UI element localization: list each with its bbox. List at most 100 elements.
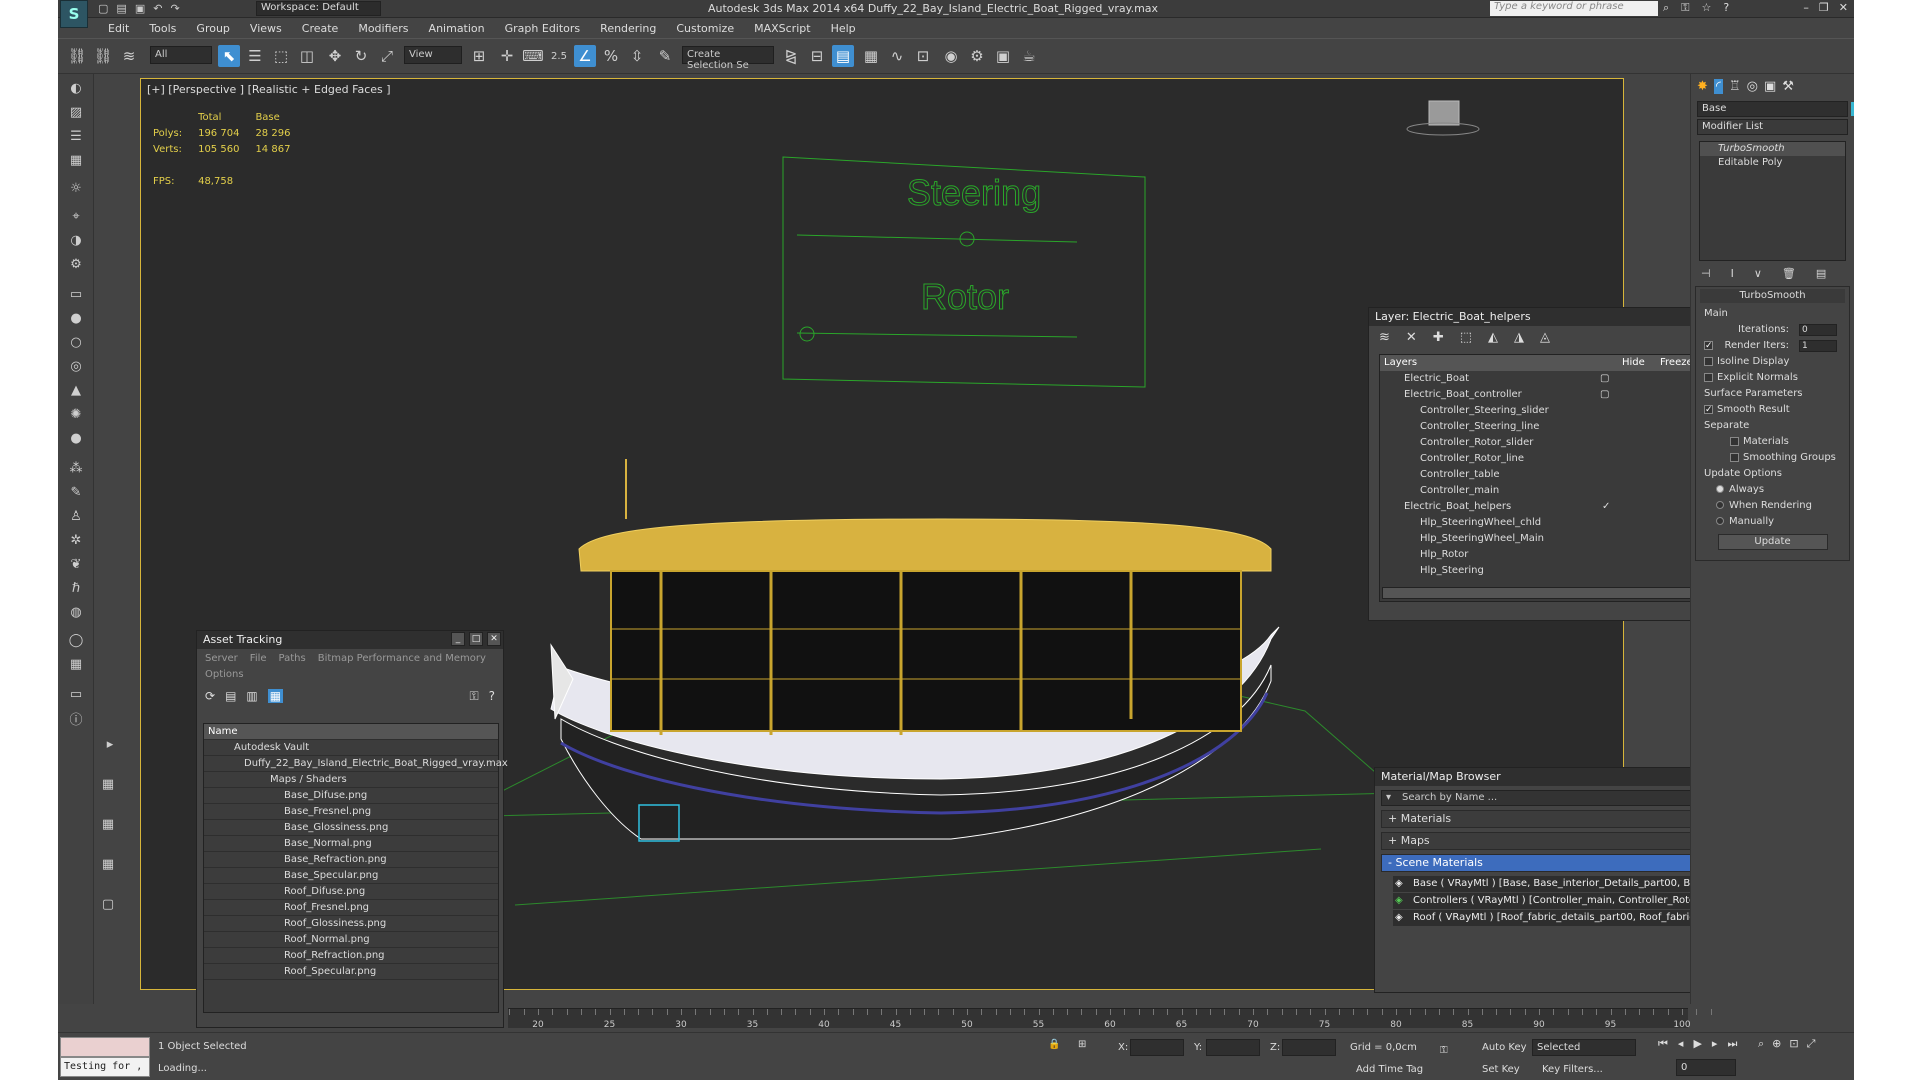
link-icon[interactable]: ⛓ <box>66 45 88 67</box>
add-icon[interactable]: ✚ <box>1433 330 1444 346</box>
menu-edit[interactable]: Edit <box>108 22 129 35</box>
list-item[interactable]: Roof_Refraction.png <box>204 948 498 964</box>
highlight-icon[interactable]: ◭ <box>1488 330 1498 346</box>
image-icon[interactable]: ▨ <box>64 102 88 122</box>
maximize-viewport-icon[interactable]: ⤢ <box>1807 1037 1816 1051</box>
minimize-icon[interactable]: – <box>1803 1 1809 14</box>
refresh-icon[interactable]: ⟳ <box>205 689 215 703</box>
schematic-view-icon[interactable]: ⊡ <box>912 45 934 67</box>
binoculars-icon[interactable]: ⌕ <box>1663 1 1669 15</box>
next-frame-icon[interactable]: ▸ <box>1712 1037 1718 1051</box>
menu-paths[interactable]: Paths <box>279 653 306 664</box>
box-icon[interactable]: ▭ <box>64 284 88 304</box>
y-coordinate-field[interactable] <box>1206 1039 1260 1056</box>
isoline-row[interactable]: Isoline Display <box>1700 354 1845 370</box>
cone-icon[interactable]: ▲ <box>64 380 88 400</box>
manually-radio-row[interactable]: Manually <box>1700 514 1845 530</box>
menu-customize[interactable]: Customize <box>676 22 734 35</box>
layer-row[interactable]: Hlp_Rotor <box>1380 547 1728 563</box>
utilities-tab-icon[interactable]: ⚒ <box>1782 79 1794 94</box>
hide-column-header[interactable]: Hide <box>1622 355 1645 371</box>
viewport-label[interactable]: [+] [Perspective ] [Realistic + Edged Fa… <box>147 83 391 96</box>
unlink-icon[interactable]: ⛓ <box>92 45 114 67</box>
new-icon[interactable]: ▢ <box>98 2 108 15</box>
geosphere-icon[interactable]: ○ <box>64 332 88 352</box>
show-end-result-icon[interactable]: Ⅰ <box>1731 267 1734 280</box>
layout-icon[interactable]: ▦ <box>64 654 88 674</box>
explicit-normals-checkbox[interactable] <box>1704 372 1713 382</box>
spinner-snap-icon[interactable]: ⇳ <box>626 45 648 67</box>
material-item[interactable]: ◈ Roof ( VRayMtl ) [Roof_fabric_details_p… <box>1393 910 1731 926</box>
layout-preset-3-icon[interactable]: ▦ <box>96 854 120 874</box>
scale-icon[interactable]: ⤢ <box>376 45 398 67</box>
explicit-normals-row[interactable]: Explicit Normals <box>1700 370 1845 386</box>
list-item[interactable]: Duffy_22_Bay_Island_Electric_Boat_Rigged… <box>204 756 508 772</box>
layout-preset-1-icon[interactable]: ▦ <box>96 774 120 794</box>
menu-modifiers[interactable]: Modifiers <box>358 22 408 35</box>
layer-row[interactable]: Controller_Steering_line <box>1380 419 1728 435</box>
pin-stack-icon[interactable]: ⊣ <box>1701 267 1711 280</box>
z-coordinate-field[interactable] <box>1282 1039 1336 1056</box>
material-item[interactable]: ◈ Controllers ( VRayMtl ) [Controller_mai… <box>1393 893 1731 909</box>
rect-selection-icon[interactable]: ⬚ <box>270 45 292 67</box>
goto-start-icon[interactable]: ⏮ <box>1658 1037 1668 1051</box>
search-options-icon[interactable]: ▾ <box>1386 791 1391 805</box>
system-icon[interactable]: ⚙ <box>64 254 88 274</box>
iterations-spinner[interactable]: 0 <box>1799 324 1837 336</box>
list-item[interactable]: Base_Specular.png <box>204 868 498 884</box>
layer-row[interactable]: Electric_Boat_controller ▢ <box>1380 387 1728 403</box>
always-radio[interactable] <box>1716 485 1724 493</box>
zoom-extents-icon[interactable]: ⊡ <box>1789 1037 1798 1051</box>
settings-wheel-icon[interactable]: ✲ <box>64 530 88 550</box>
timeline-ruler[interactable]: 20 25 30 35 40 45 50 55 60 65 70 75 80 85 90 95 100 <box>508 1008 1712 1030</box>
list-view-icon[interactable]: ▤ <box>225 689 236 703</box>
lock-selection-icon[interactable]: 🔒 <box>1048 1039 1060 1050</box>
layer-manager-titlebar[interactable]: Layer: Electric_Boat_helpers ? ✕ <box>1369 308 1739 326</box>
vault-icon[interactable]: ⚿ <box>469 689 478 704</box>
globe-icon[interactable]: ◯ <box>64 630 88 650</box>
star-icon[interactable]: ☆ <box>1702 1 1712 15</box>
menu-graph-editors[interactable]: Graph Editors <box>505 22 581 35</box>
grid-icon[interactable]: ▦ <box>64 150 88 170</box>
smoothing-groups-row[interactable]: Smoothing Groups <box>1700 450 1845 466</box>
always-radio-row[interactable]: Always <box>1700 482 1845 498</box>
rotate-icon[interactable]: ↻ <box>350 45 372 67</box>
transform-mode-icon[interactable]: ⊞ <box>1078 1039 1086 1050</box>
paint-icon[interactable]: ✎ <box>64 482 88 502</box>
save-icon[interactable]: ▣ <box>135 2 145 15</box>
list-item[interactable]: Maps / Shaders <box>204 772 498 788</box>
named-selection-set-dropdown[interactable]: Create Selection Se <box>682 46 774 71</box>
menu-views[interactable]: Views <box>250 22 282 35</box>
sun-icon[interactable]: ✺ <box>64 404 88 424</box>
menu-options[interactable]: Options <box>205 669 244 680</box>
object-name-field[interactable]: Base <box>1697 101 1854 117</box>
light-icon[interactable]: ☼ <box>64 178 88 198</box>
maxscript-input[interactable]: Testing for , <box>60 1057 150 1077</box>
object-color-swatch[interactable] <box>1851 102 1854 116</box>
zoom-all-icon[interactable]: ⊕ <box>1772 1037 1781 1051</box>
reference-coord-dropdown[interactable]: View <box>404 46 462 64</box>
select-manipulate-icon[interactable]: ✛ <box>496 45 518 67</box>
particles-icon[interactable]: ⁂ <box>64 458 88 478</box>
info-icon[interactable]: ⓘ <box>64 708 88 728</box>
motion-tab-icon[interactable]: ◎ <box>1747 79 1758 94</box>
when-rendering-radio[interactable] <box>1716 501 1724 509</box>
layer-row[interactable]: Controller_main <box>1380 483 1728 499</box>
layers-column-header[interactable]: Layers <box>1384 355 1417 371</box>
percent-snap-icon[interactable]: % <box>600 45 622 67</box>
restore-icon[interactable]: ❐ <box>1819 1 1829 14</box>
align-icon[interactable]: ⊟ <box>806 45 828 67</box>
layout-preset-2-icon[interactable]: ▦ <box>96 814 120 834</box>
redo-icon[interactable]: ↷ <box>170 2 179 15</box>
menu-server[interactable]: Server <box>205 653 238 664</box>
layer-manager-icon[interactable]: ▤ <box>832 45 854 67</box>
grid-view-icon[interactable]: ▦ <box>267 689 284 703</box>
select-by-name-icon[interactable]: ☰ <box>244 45 266 67</box>
material-search-input[interactable]: ▾ Search by Name ... <box>1381 790 1735 806</box>
material-editor-icon[interactable]: ◉ <box>940 45 962 67</box>
menu-maxscript[interactable]: MAXScript <box>754 22 810 35</box>
menu-animation[interactable]: Animation <box>429 22 485 35</box>
list-item[interactable]: Base_Fresnel.png <box>204 804 498 820</box>
isoline-checkbox[interactable] <box>1704 356 1713 366</box>
auto-key-button[interactable]: Auto Key <box>1482 1042 1527 1053</box>
